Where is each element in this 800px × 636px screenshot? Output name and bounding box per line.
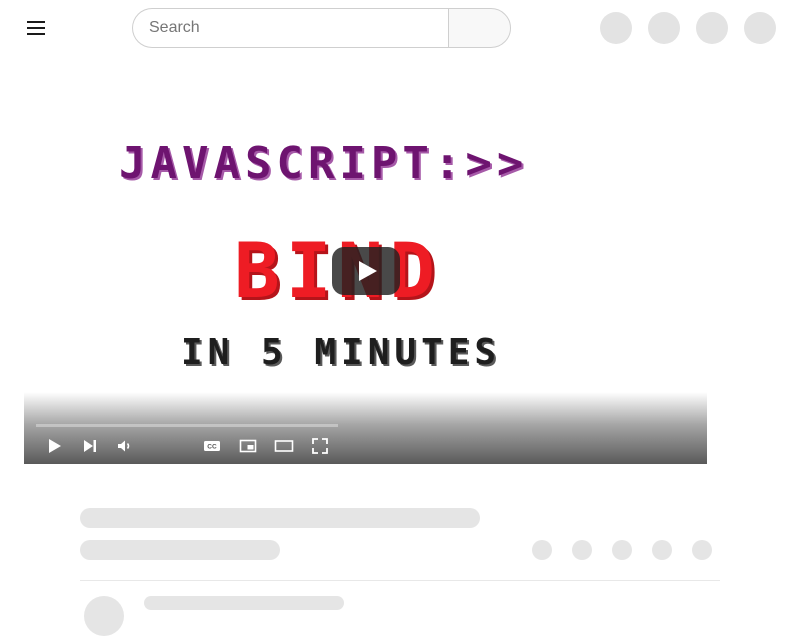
progress-bar[interactable] [36, 424, 338, 427]
action-placeholder [652, 540, 672, 560]
action-placeholder [572, 540, 592, 560]
miniplayer-icon[interactable] [236, 434, 260, 458]
next-icon[interactable] [78, 434, 102, 458]
meta-placeholder [80, 540, 280, 560]
large-play-button[interactable] [332, 247, 400, 295]
fullscreen-icon[interactable] [308, 434, 332, 458]
top-bar [0, 0, 800, 56]
channel-name-placeholder [144, 596, 344, 610]
action-placeholder [692, 540, 712, 560]
volume-icon[interactable] [113, 434, 137, 458]
avatar[interactable] [744, 12, 776, 44]
apps-icon[interactable] [648, 12, 680, 44]
thumbnail-title-line3: IN 5 MINUTES [181, 332, 502, 373]
divider [80, 580, 720, 581]
captions-icon[interactable]: CC [200, 434, 224, 458]
play-icon[interactable] [42, 434, 66, 458]
hamburger-menu-icon[interactable] [20, 13, 52, 43]
action-placeholder [612, 540, 632, 560]
channel-avatar-placeholder [84, 596, 124, 636]
thumbnail-title-line1: JAVASCRIPT:>> [119, 138, 529, 189]
action-placeholder [532, 540, 552, 560]
video-player[interactable]: JAVASCRIPT:>> BIND IN 5 MINUTES CC [24, 76, 707, 464]
theater-mode-icon[interactable] [272, 434, 296, 458]
search-bar [132, 8, 511, 48]
svg-text:CC: CC [207, 444, 217, 451]
notifications-icon[interactable] [696, 12, 728, 44]
search-input[interactable] [132, 8, 448, 48]
search-button[interactable] [448, 8, 511, 48]
title-placeholder [80, 508, 480, 528]
create-icon[interactable] [600, 12, 632, 44]
